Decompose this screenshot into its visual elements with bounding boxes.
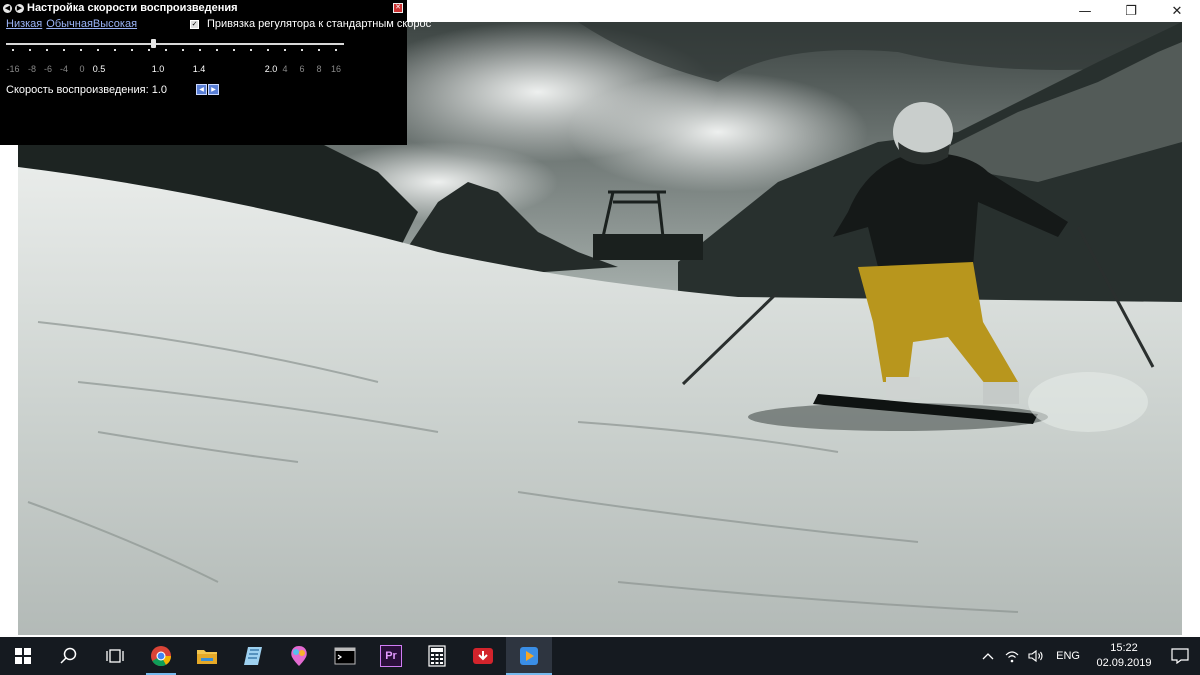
tick-label: 1.4 bbox=[192, 64, 206, 74]
slider-tick-dot bbox=[182, 49, 184, 51]
clock-date: 02.09.2019 bbox=[1096, 657, 1152, 669]
terminal-icon bbox=[334, 647, 356, 665]
start-button[interactable] bbox=[0, 637, 46, 675]
slider-tick-dot bbox=[148, 49, 150, 51]
tick-label: 0 bbox=[79, 64, 85, 74]
tick-label: -6 bbox=[43, 64, 53, 74]
taskbar-terminal[interactable] bbox=[322, 637, 368, 675]
panel-title: Настройка скорости воспроизведения bbox=[27, 2, 238, 14]
taskbar-calculator[interactable] bbox=[414, 637, 460, 675]
tick-label: -16 bbox=[6, 64, 20, 74]
speed-readout: Скорость воспроизведения: 1.0 bbox=[6, 84, 167, 96]
slider-tick-dot bbox=[165, 49, 167, 51]
tick-label: 4 bbox=[282, 64, 288, 74]
notification-icon bbox=[1171, 648, 1189, 664]
premiere-icon: Pr bbox=[380, 645, 402, 667]
language-indicator[interactable]: ENG bbox=[1056, 650, 1080, 662]
task-view-button[interactable] bbox=[92, 637, 138, 675]
speed-slider-thumb[interactable] bbox=[151, 39, 156, 48]
slider-tick-dot bbox=[12, 49, 14, 51]
windows-logo-icon bbox=[15, 648, 31, 664]
slider-tick-dot bbox=[250, 49, 252, 51]
slider-tick-dot bbox=[46, 49, 48, 51]
clock-time: 15:22 bbox=[1110, 642, 1138, 654]
tick-label: 6 bbox=[299, 64, 305, 74]
search-icon bbox=[60, 647, 77, 664]
taskbar-premiere[interactable]: Pr bbox=[368, 637, 414, 675]
speed-up-icon[interactable]: ▶ bbox=[15, 3, 24, 13]
speed-presets: Низкая Обычная Высокая bbox=[6, 18, 137, 30]
snap-checkbox[interactable]: ✓ bbox=[190, 19, 199, 29]
notification-center-button[interactable] bbox=[1160, 637, 1200, 675]
speed-slider-track[interactable] bbox=[6, 43, 344, 45]
speed-down-icon[interactable]: ◀ bbox=[3, 3, 12, 13]
speed-step-buttons: ◀ ▶ bbox=[196, 84, 219, 95]
taskbar: Pr ENG 15:22 02.09.2019 bbox=[0, 637, 1200, 675]
taskbar-downloader[interactable] bbox=[460, 637, 506, 675]
slider-tick-dot bbox=[63, 49, 65, 51]
snap-label: Привязка регулятора к стандартным скорос bbox=[207, 18, 432, 30]
system-tray: ENG 15:22 02.09.2019 bbox=[976, 637, 1200, 675]
preset-high-link[interactable]: Высокая bbox=[93, 18, 137, 30]
window-controls: — ❐ ✕ bbox=[1062, 0, 1200, 22]
slider-tick-dot bbox=[97, 49, 99, 51]
taskbar-notepad[interactable] bbox=[230, 637, 276, 675]
tick-label: 0.5 bbox=[92, 64, 106, 74]
panel-header: ◀ ▶ Настройка скорости воспроизведения bbox=[3, 1, 238, 15]
slider-tick-dot bbox=[267, 49, 269, 51]
taskbar-paint[interactable] bbox=[276, 637, 322, 675]
slider-tick-dot bbox=[131, 49, 133, 51]
task-view-icon bbox=[106, 649, 124, 663]
tick-label: 16 bbox=[330, 64, 342, 74]
step-back-icon[interactable]: ◀ bbox=[196, 84, 207, 95]
slider-tick-dot bbox=[284, 49, 286, 51]
slider-tick-dot bbox=[216, 49, 218, 51]
preset-low-link[interactable]: Низкая bbox=[6, 18, 42, 30]
preset-normal-link[interactable]: Обычная bbox=[46, 18, 93, 30]
chrome-icon bbox=[151, 646, 172, 667]
volume-icon[interactable] bbox=[1024, 637, 1048, 675]
tick-label: 8 bbox=[316, 64, 322, 74]
tick-label: -8 bbox=[27, 64, 37, 74]
close-button[interactable]: ✕ bbox=[1154, 0, 1200, 22]
taskbar-file-explorer[interactable] bbox=[184, 637, 230, 675]
search-button[interactable] bbox=[46, 637, 92, 675]
taskbar-media-player[interactable] bbox=[506, 637, 552, 675]
tick-label: 2.0 bbox=[264, 64, 278, 74]
media-player-icon bbox=[520, 647, 538, 665]
slider-tick-dot bbox=[301, 49, 303, 51]
slider-tick-dot bbox=[199, 49, 201, 51]
slider-tick-dot bbox=[335, 49, 337, 51]
wifi-icon[interactable] bbox=[1000, 637, 1024, 675]
slider-tick-dot bbox=[318, 49, 320, 51]
paint-icon bbox=[291, 646, 307, 666]
slider-tick-dot bbox=[114, 49, 116, 51]
snap-option: ✓ Привязка регулятора к стандартным скор… bbox=[190, 18, 431, 30]
step-forward-icon[interactable]: ▶ bbox=[208, 84, 219, 95]
slider-tick-dot bbox=[80, 49, 82, 51]
restore-button[interactable]: ❐ bbox=[1108, 0, 1154, 22]
download-icon bbox=[473, 648, 493, 664]
notebook-icon bbox=[244, 647, 262, 665]
calculator-icon bbox=[428, 645, 446, 667]
taskbar-chrome[interactable] bbox=[138, 637, 184, 675]
tick-label: 1.0 bbox=[151, 64, 165, 74]
minimize-button[interactable]: — bbox=[1062, 0, 1108, 22]
tick-label: -4 bbox=[59, 64, 69, 74]
panel-close-icon[interactable]: ✕ bbox=[393, 3, 403, 13]
slider-tick-dot bbox=[29, 49, 31, 51]
chevron-up-icon[interactable] bbox=[976, 637, 1000, 675]
slider-tick-dot bbox=[233, 49, 235, 51]
folder-icon bbox=[197, 650, 217, 664]
clock[interactable]: 15:22 02.09.2019 bbox=[1088, 641, 1160, 671]
speed-settings-panel: ◀ ▶ Настройка скорости воспроизведения ✕… bbox=[0, 0, 431, 145]
